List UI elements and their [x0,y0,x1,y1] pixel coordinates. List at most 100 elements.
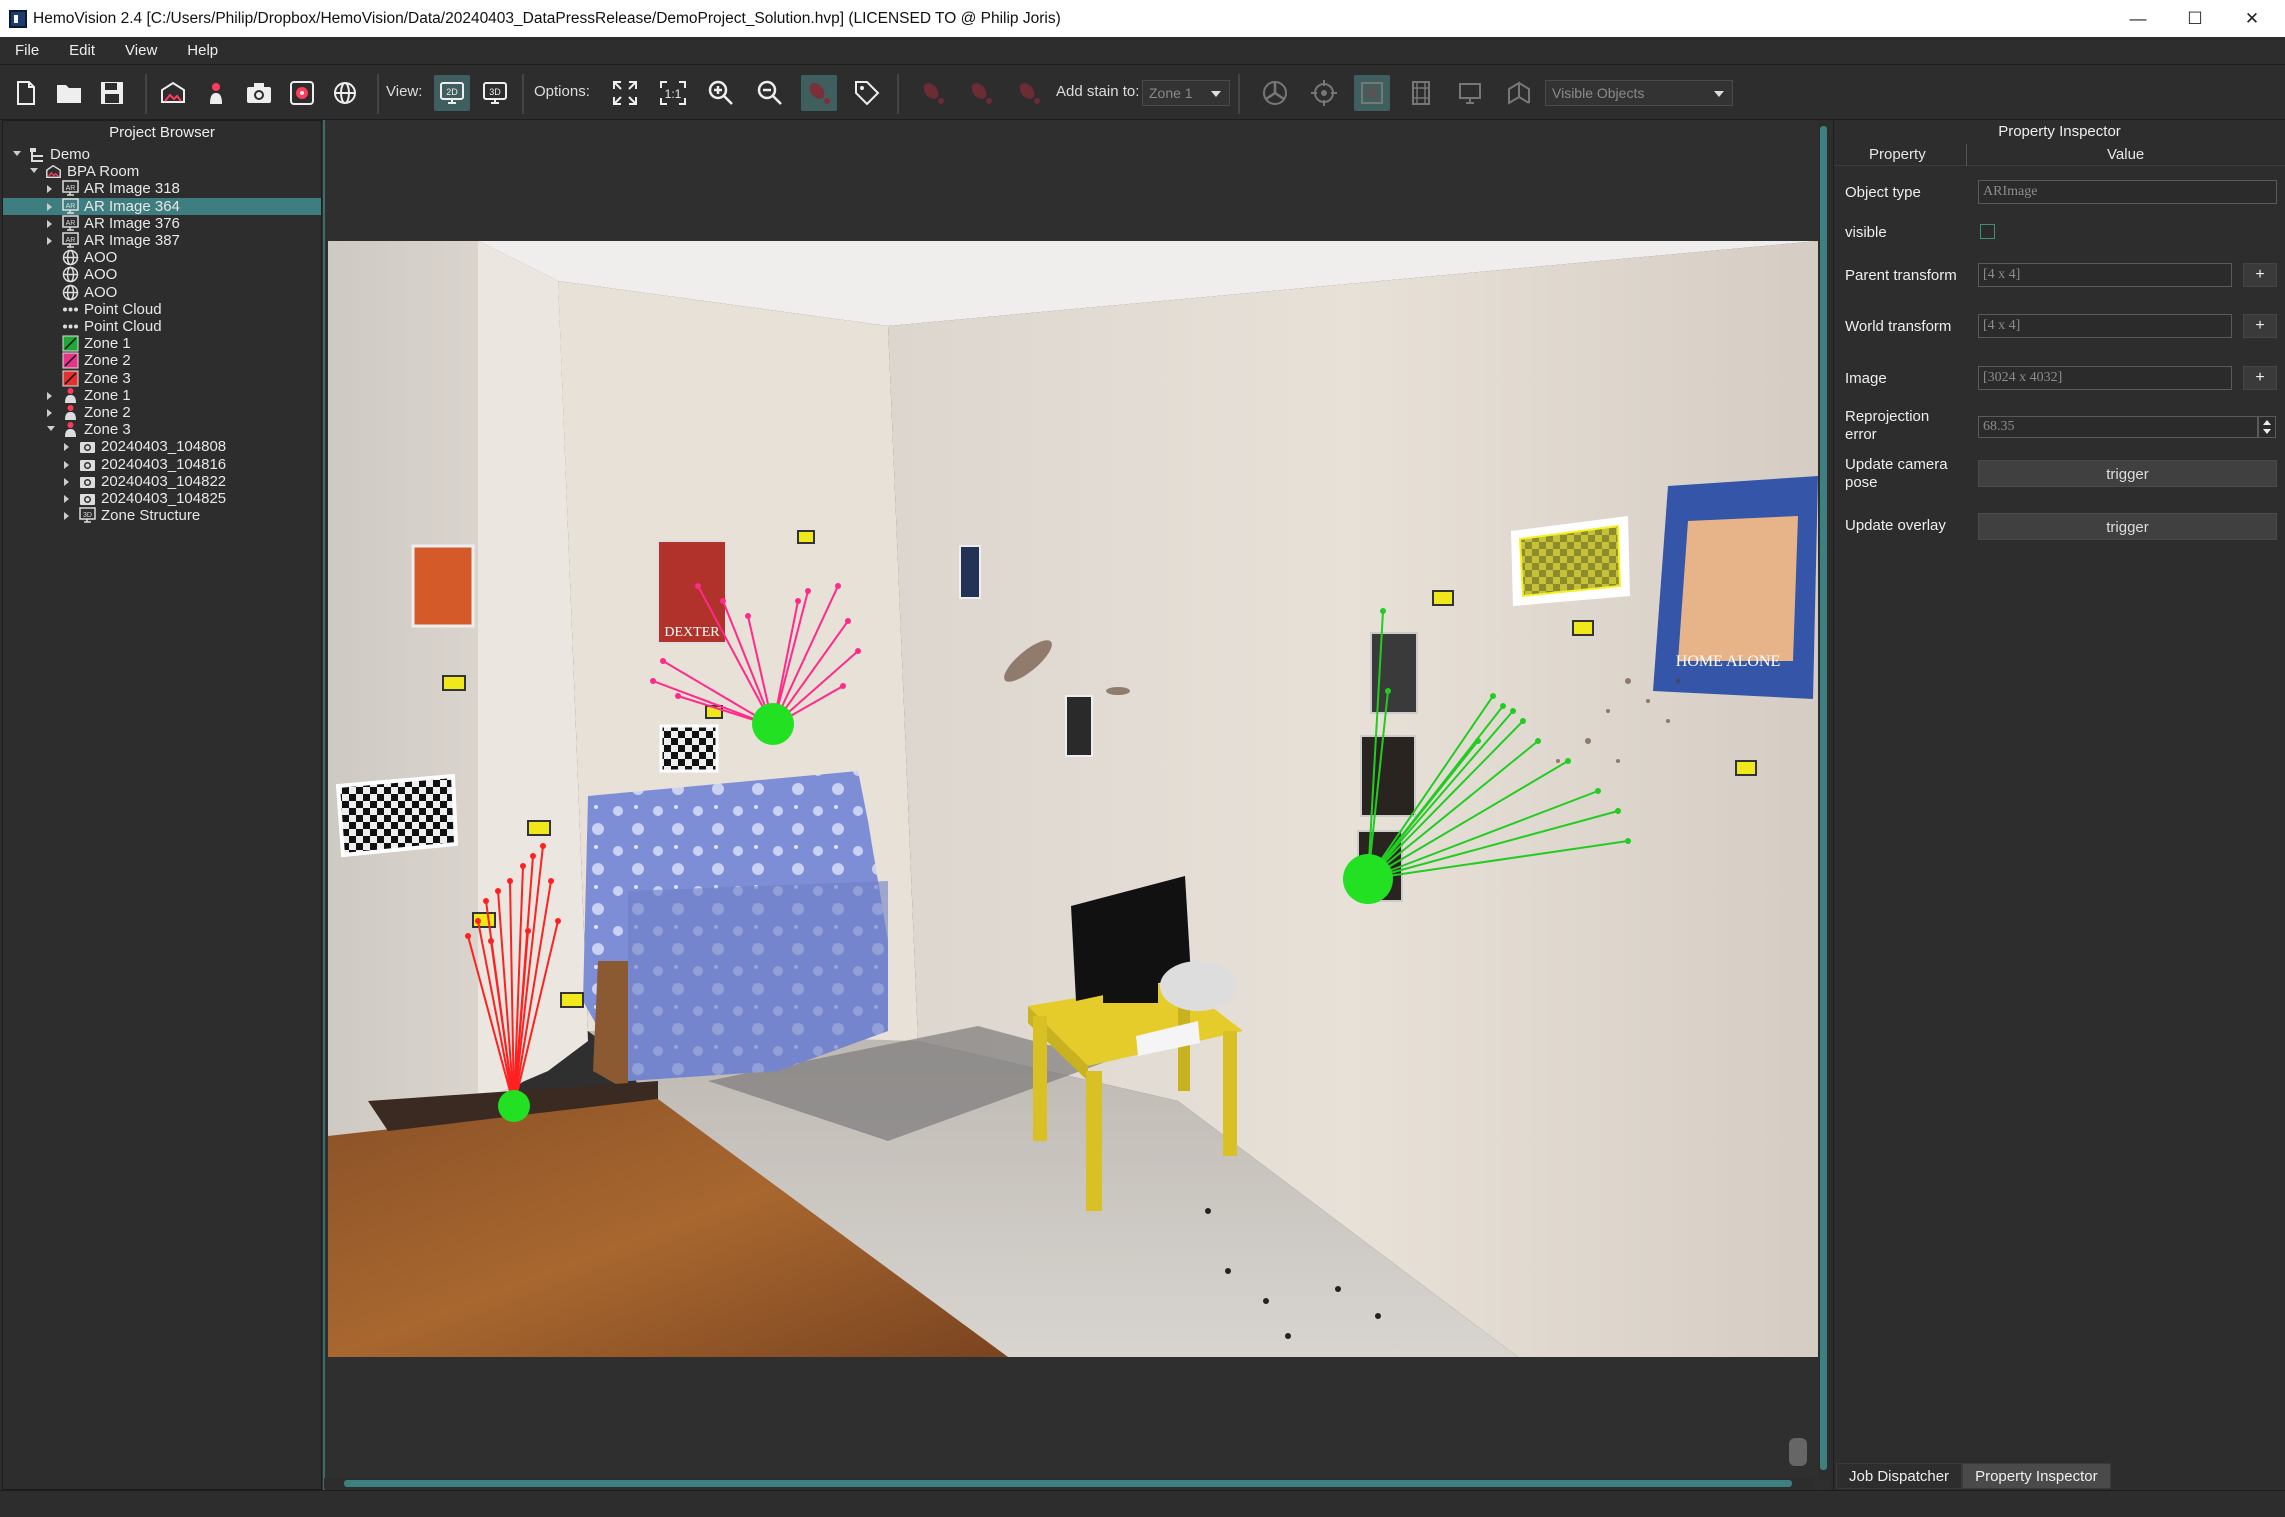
stain-tool-2-icon[interactable] [963,75,999,111]
monitor-icon[interactable] [1452,75,1488,111]
spin-up-icon[interactable] [2263,420,2271,425]
menu-file[interactable]: File [15,42,39,59]
view-2d-button[interactable]: 2D [434,75,470,111]
expand-closed-icon[interactable] [47,237,52,245]
tree-item[interactable]: Point Cloud [3,301,321,318]
stain-tool-3-icon[interactable] [1011,75,1047,111]
frame-icon[interactable] [1354,75,1390,111]
crosshair-icon[interactable] [1306,75,1342,111]
globe-icon [62,284,79,301]
tree-item[interactable]: AR AR Image 364 [3,197,321,215]
ar-image-icon: AR [62,215,79,232]
update-overlay-trigger-button[interactable]: trigger [1978,513,2277,540]
tree-item-label: BPA Room [67,163,140,181]
viewport-horizontal-scrollbar[interactable] [324,1478,1814,1489]
window-title: HemoVision 2.4 [C:/Users/Philip/Dropbox/… [33,9,1061,27]
close-button[interactable]: ✕ [2218,0,2285,37]
vertical-scroll-thumb[interactable] [1820,126,1827,1470]
update-camera-pose-trigger-button[interactable]: trigger [1978,460,2277,487]
new-file-icon[interactable] [8,75,44,111]
tree-item[interactable]: AOO [3,284,321,301]
stain-photo-icon[interactable] [284,75,320,111]
tree-item[interactable]: 20240403_104808 [3,438,321,455]
fit-view-icon[interactable] [607,75,643,111]
expand-closed-icon[interactable] [47,409,52,417]
tag-icon[interactable] [849,75,885,111]
menu-edit[interactable]: Edit [69,42,95,59]
parent-transform-expand-button[interactable]: + [2243,263,2277,287]
tripod-icon[interactable] [1257,75,1293,111]
tree-item[interactable]: Zone 3 [3,421,321,438]
tree-item[interactable]: AOO [3,249,321,266]
visible-checkbox[interactable] [1980,224,1995,239]
expand-closed-icon[interactable] [47,185,52,194]
expand-closed-icon[interactable] [64,443,69,452]
tree-item[interactable]: BPA Room [3,163,321,180]
tree-item[interactable]: Zone 3 [3,370,321,387]
spin-down-icon[interactable] [2263,429,2271,434]
visible-label: visible [1845,224,1887,241]
globe-icon[interactable] [327,75,363,111]
tree-item[interactable]: Demo [3,146,321,163]
visible-row: visible [1840,220,2280,250]
tree-item[interactable]: 20240403_104825 [3,490,321,507]
stain-zone-icon[interactable] [198,75,234,111]
expand-closed-icon[interactable] [64,460,69,469]
viewport-resize-handle[interactable] [1789,1438,1807,1466]
expand-closed-icon[interactable] [47,391,52,400]
tree-item-label: AR Image 364 [84,197,180,215]
tree-item[interactable]: Zone 1 [3,335,321,352]
tab-job-dispatcher[interactable]: Job Dispatcher [1836,1463,1963,1489]
reprojection-error-field[interactable]: 68.35 [1978,416,2258,438]
world-transform-expand-button[interactable]: + [2243,314,2277,338]
status-bar [0,1490,2285,1517]
expand-closed-icon[interactable] [47,219,52,228]
horizontal-scroll-thumb[interactable] [344,1480,1792,1487]
expand-closed-icon[interactable] [64,495,69,503]
open-folder-icon[interactable] [51,75,87,111]
menu-view[interactable]: View [125,42,157,59]
tree-item[interactable]: AR AR Image 387 [3,232,321,249]
add-stain-zone-select[interactable]: Zone 1 [1142,80,1230,106]
camera-icon[interactable] [241,75,277,111]
expand-closed-icon[interactable] [64,512,69,521]
tree-item[interactable]: AOO [3,266,321,283]
room-icon[interactable] [155,75,191,111]
film-icon[interactable] [1403,75,1439,111]
scene-render: DEXTER HOME ALONE [328,241,1818,1357]
zoom-out-icon[interactable] [752,75,788,111]
expand-open-icon[interactable] [47,426,55,432]
zoom-in-icon[interactable] [703,75,739,111]
object-type-label: Object type [1845,184,1921,201]
tree-item-label: AOO [84,266,118,284]
tree-item[interactable]: 20240403_104816 [3,456,321,473]
reprojection-spinner[interactable] [2258,416,2276,438]
tree-item[interactable]: Zone 1 [3,387,321,404]
view-3d-button[interactable]: 3D [477,75,513,111]
menu-help[interactable]: Help [187,42,218,59]
expand-open-icon[interactable] [30,168,38,174]
tree-item-label: 20240403_104808 [101,438,227,456]
tab-property-inspector[interactable]: Property Inspector [1962,1463,2111,1489]
visible-objects-select[interactable]: Visible Objects [1545,80,1733,106]
expand-closed-icon[interactable] [47,202,52,211]
expand-closed-icon[interactable] [64,477,69,486]
tree-item[interactable]: Zone 2 [3,404,321,421]
save-icon[interactable] [94,75,130,111]
tree-item[interactable]: 3D Zone Structure [3,507,321,524]
ar-image-photo[interactable]: DEXTER HOME ALONE [328,241,1818,1357]
tree-item[interactable]: Point Cloud [3,318,321,335]
tree-item[interactable]: 20240403_104822 [3,473,321,490]
stain-zone-icon [62,421,79,438]
update-overlay-label: Update overlay [1845,517,1946,534]
viewport-vertical-scrollbar[interactable] [1818,120,1830,1480]
tree-item[interactable]: AR AR Image 376 [3,215,321,232]
tree-item[interactable]: Zone 2 [3,352,321,369]
tree-item[interactable]: AR AR Image 318 [3,180,321,197]
stain-trajectory-icon[interactable] [801,75,837,111]
image-expand-button[interactable]: + [2243,366,2277,390]
stain-tool-1-icon[interactable] [915,75,951,111]
perspective-icon[interactable] [1501,75,1537,111]
expand-open-icon[interactable] [13,151,21,156]
actual-size-icon[interactable]: 1:1 [655,75,691,111]
